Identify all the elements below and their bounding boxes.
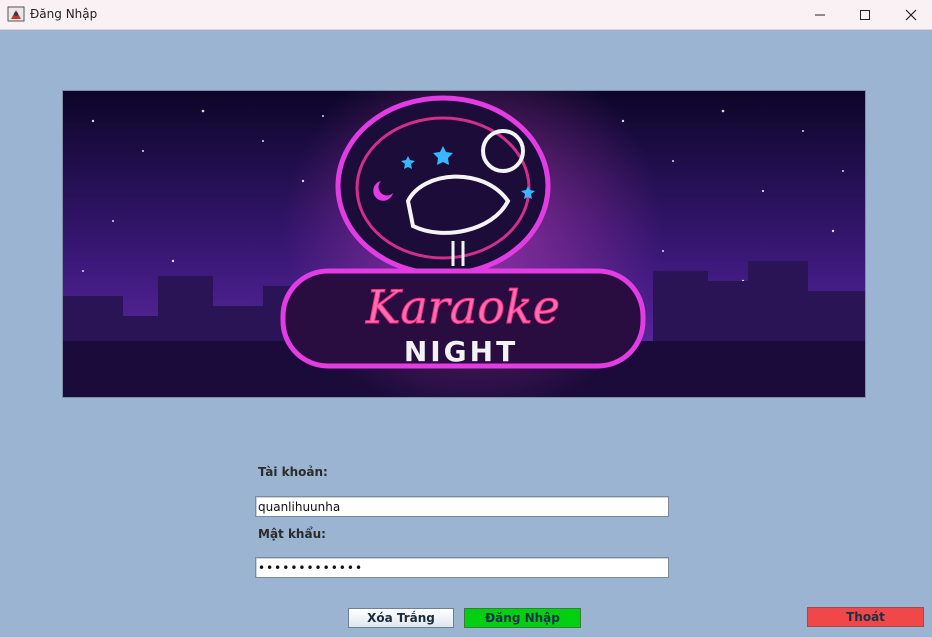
minimize-icon xyxy=(815,14,825,15)
banner-subline: NIGHT xyxy=(404,335,518,368)
karaoke-banner-image: Karaoke NIGHT xyxy=(62,90,866,398)
password-label: Mật khẩu: xyxy=(258,527,326,541)
clear-button[interactable]: Xóa Trắng xyxy=(348,608,454,628)
maximize-icon xyxy=(860,9,870,20)
login-button[interactable]: Đăng Nhập xyxy=(464,608,581,628)
karaoke-neon-sign-illustration: Karaoke NIGHT xyxy=(63,91,865,397)
banner-headline: Karaoke xyxy=(365,280,560,334)
close-button[interactable] xyxy=(888,0,932,29)
window-title: Đăng Nhập xyxy=(30,7,98,21)
maximize-button[interactable] xyxy=(842,0,888,29)
close-icon xyxy=(905,9,917,20)
minimize-button[interactable] xyxy=(797,0,843,29)
username-input[interactable] xyxy=(255,496,669,517)
java-app-icon xyxy=(7,6,25,22)
password-input[interactable] xyxy=(255,557,669,578)
exit-button[interactable]: Thoát xyxy=(807,607,924,627)
username-label: Tài khoản: xyxy=(258,465,328,479)
window-titlebar: Đăng Nhập xyxy=(0,0,932,30)
